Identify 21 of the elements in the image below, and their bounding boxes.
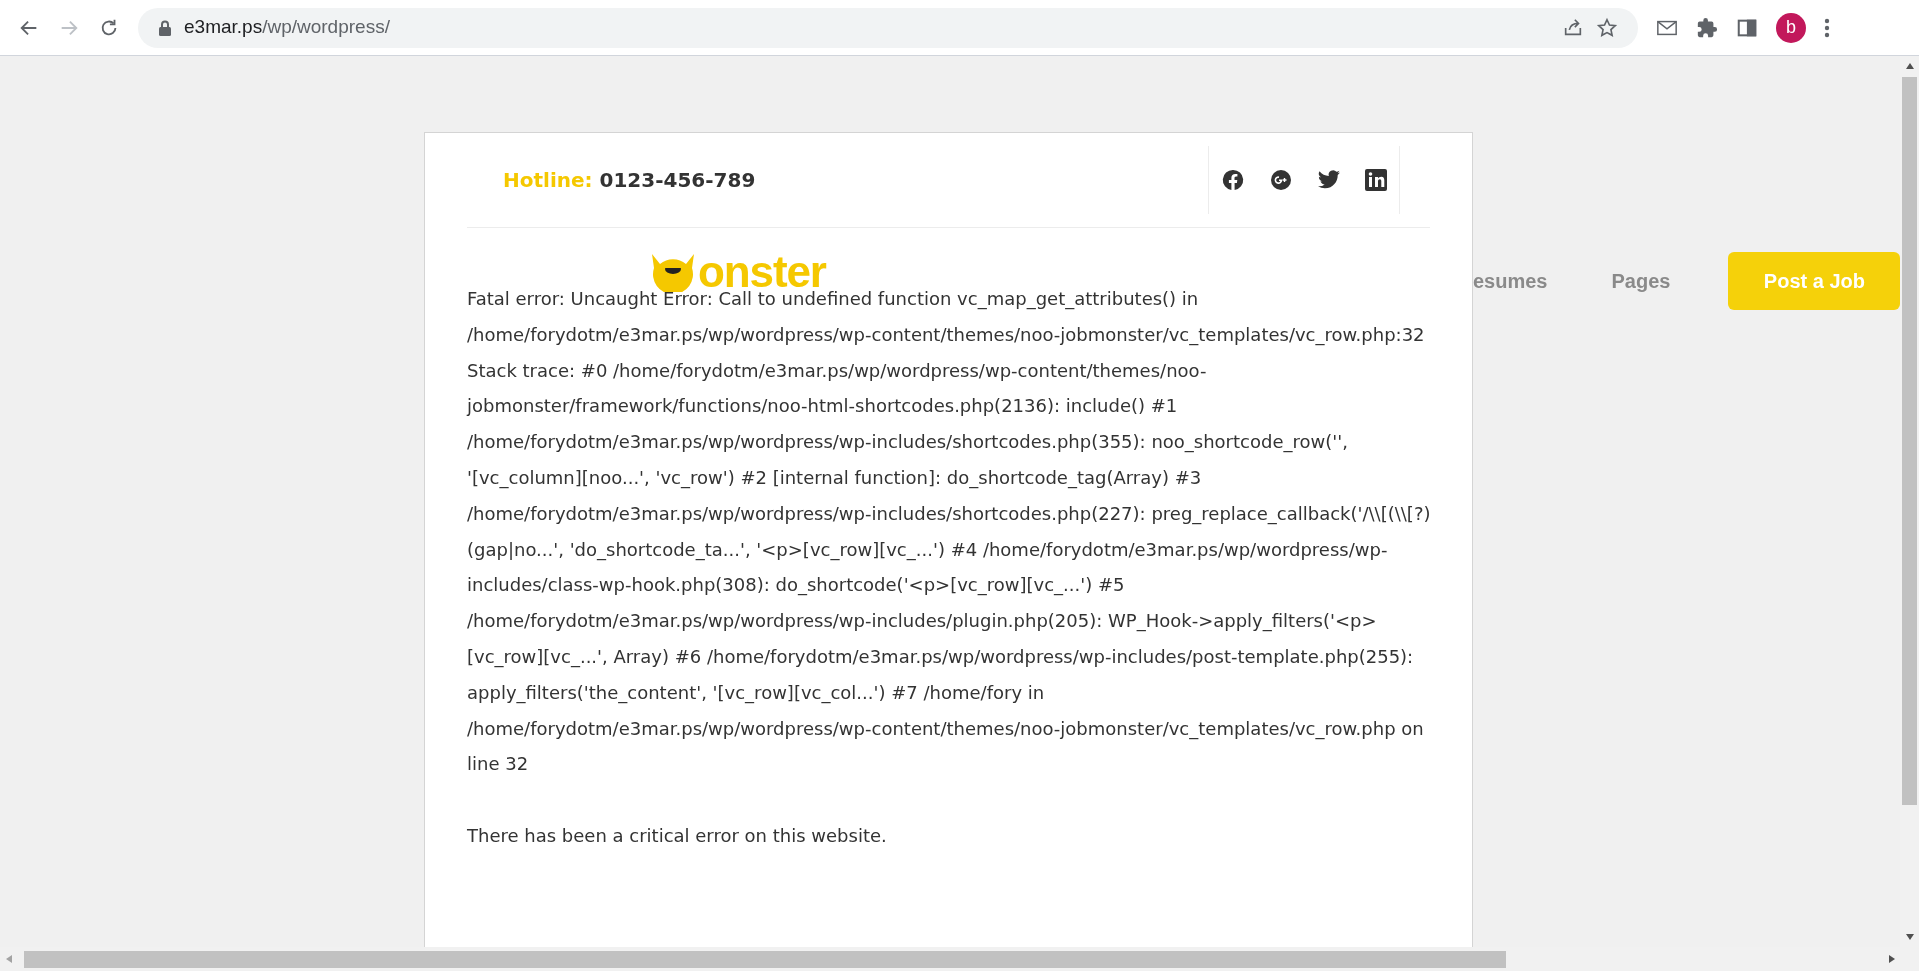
profile-avatar[interactable]: b [1776, 12, 1806, 43]
twitter-icon[interactable] [1317, 169, 1341, 191]
puzzle-icon[interactable] [1696, 16, 1718, 39]
critical-error-text: There has been a critical error on this website. [467, 824, 888, 849]
nav-link[interactable]: Pages [1611, 266, 1671, 296]
scroll-right-icon[interactable] [1889, 955, 1895, 963]
vertical-scrollbar[interactable] [1900, 56, 1919, 947]
nav-link[interactable]: esumes [1473, 266, 1548, 296]
hotline-text: Hotline: 0123-456-789 [502, 167, 756, 194]
star-icon[interactable] [1596, 16, 1618, 39]
scroll-down-icon[interactable] [1905, 934, 1914, 940]
monster-logo-icon [650, 252, 696, 292]
horizontal-scrollbar[interactable] [0, 947, 1919, 971]
url-text: e3mar.ps/wp/wordpress/ [184, 15, 390, 40]
google-plus-icon[interactable] [1269, 168, 1293, 192]
scroll-up-icon[interactable] [1905, 63, 1914, 69]
lock-icon [158, 19, 172, 36]
linkedin-icon[interactable] [1365, 169, 1387, 191]
address-bar[interactable]: e3mar.ps/wp/wordpress/ [138, 7, 1638, 48]
facebook-icon[interactable] [1221, 168, 1245, 192]
menu-icon[interactable] [1824, 17, 1830, 38]
